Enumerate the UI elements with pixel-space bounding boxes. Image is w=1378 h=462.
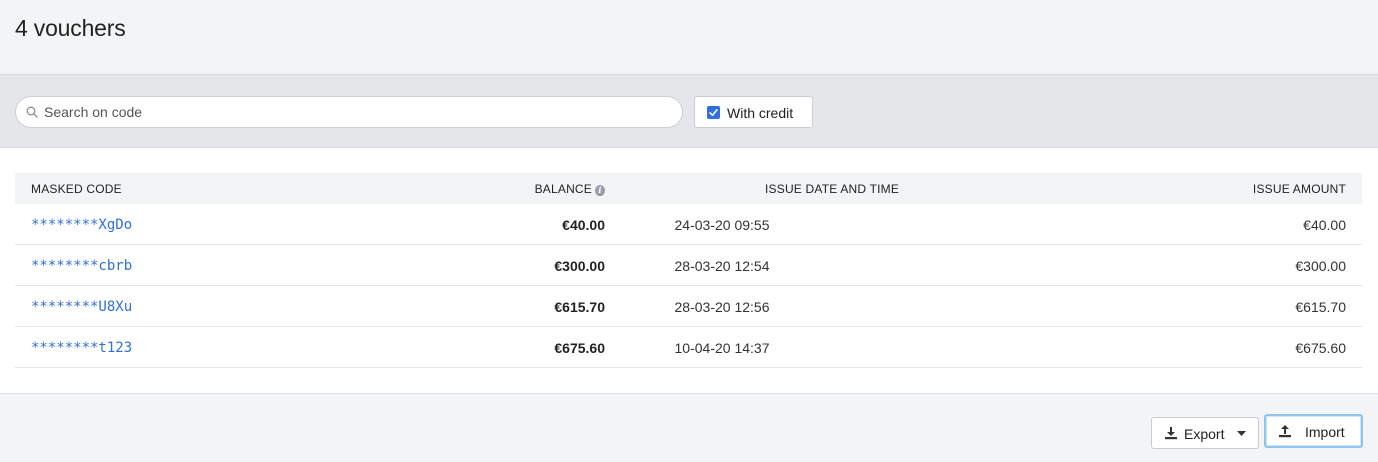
balance-value: €40.00 <box>562 217 605 233</box>
voucher-code-link[interactable]: ********U8Xu <box>31 299 132 315</box>
issue-date-text: 28-03-20 12:54 <box>674 258 770 274</box>
issue-amount-value: €675.60 <box>1295 340 1346 356</box>
column-header-code: MASKED CODE <box>31 182 122 196</box>
table-header: MASKED CODE BALANCE i ISSUE DATE AND TIME… <box>15 173 1362 204</box>
vouchers-panel: MASKED CODE BALANCE i ISSUE DATE AND TIME… <box>0 148 1378 394</box>
with-credit-label: With credit <box>727 105 794 121</box>
voucher-code-link[interactable]: ********cbrb <box>31 258 132 274</box>
download-icon <box>1165 427 1177 440</box>
export-button[interactable]: Export <box>1151 417 1259 449</box>
balance-value: €615.70 <box>554 299 605 315</box>
filter-bar: With credit <box>0 74 1378 148</box>
table-row: ********t123 €675.60 10-04-20 14:37 €675… <box>15 327 1362 368</box>
issue-amount-value: €615.70 <box>1295 299 1346 315</box>
issue-date-text: 24-03-20 09:55 <box>674 217 770 233</box>
with-credit-toggle[interactable]: With credit <box>694 96 813 128</box>
voucher-code-link[interactable]: ********t123 <box>31 340 132 356</box>
page-header: 4 vouchers <box>0 0 1378 74</box>
table-row: ********XgDo €40.00 24-03-20 09:55 €40.0… <box>15 204 1362 245</box>
issue-date-text: 10-04-20 14:37 <box>674 340 770 356</box>
page-title: 4 vouchers <box>15 15 126 41</box>
column-header-balance-label: BALANCE <box>534 182 592 196</box>
check-icon <box>709 108 718 116</box>
column-header-balance: BALANCE i <box>535 182 605 196</box>
upload-icon <box>1279 425 1291 438</box>
issue-amount-value: €300.00 <box>1295 258 1346 274</box>
search-icon <box>26 106 38 118</box>
search-box[interactable] <box>15 96 683 128</box>
table-row: ********U8Xu €615.70 28-03-20 12:56 €615… <box>15 286 1362 327</box>
balance-value: €675.60 <box>554 340 605 356</box>
with-credit-checkbox[interactable] <box>707 106 720 119</box>
voucher-code-link[interactable]: ********XgDo <box>31 217 132 233</box>
caret-down-icon <box>1237 431 1246 436</box>
balance-value: €300.00 <box>554 258 605 274</box>
export-label: Export <box>1184 426 1225 442</box>
issue-amount-value: €40.00 <box>1303 217 1346 233</box>
issue-date-text: 28-03-20 12:56 <box>674 299 770 315</box>
search-input[interactable] <box>44 97 664 127</box>
info-icon[interactable]: i <box>595 185 605 196</box>
import-button[interactable]: Import <box>1264 414 1363 448</box>
import-label: Import <box>1305 424 1345 440</box>
column-header-issue-amount: ISSUE AMOUNT <box>1252 182 1346 196</box>
column-header-issue-date: ISSUE DATE AND TIME <box>765 182 900 196</box>
footer-actions: Export Import <box>0 394 1378 462</box>
table-row: ********cbrb €300.00 28-03-20 12:54 €300… <box>15 245 1362 286</box>
